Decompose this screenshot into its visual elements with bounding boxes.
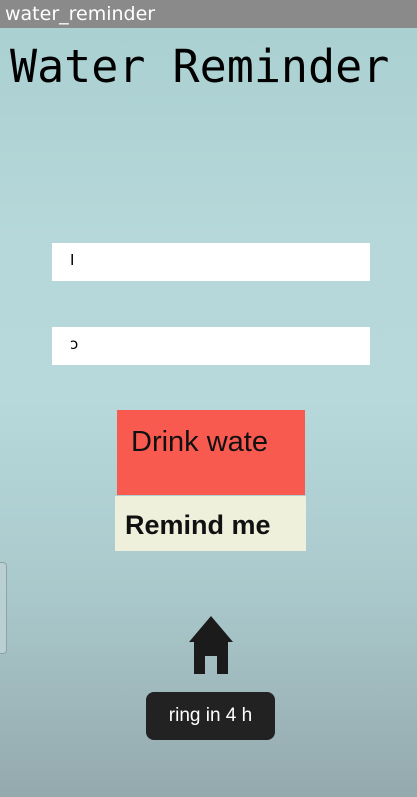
home-icon[interactable]	[188, 614, 234, 678]
app-title: Water Reminder	[10, 40, 390, 93]
remind-me-button[interactable]: Remind me	[115, 496, 306, 551]
drink-water-button[interactable]: Drink wate	[117, 410, 305, 495]
second-input-field[interactable]: ↄ	[52, 327, 370, 365]
window-title: water_reminder	[5, 3, 156, 25]
window-titlebar: water_reminder	[0, 0, 417, 28]
second-input-value: ↄ	[70, 335, 79, 353]
toast-message: ring in 4 h	[146, 692, 275, 740]
side-edge-handle[interactable]	[0, 562, 7, 654]
first-input-field[interactable]: I	[52, 243, 370, 281]
first-input-value: I	[70, 251, 75, 269]
